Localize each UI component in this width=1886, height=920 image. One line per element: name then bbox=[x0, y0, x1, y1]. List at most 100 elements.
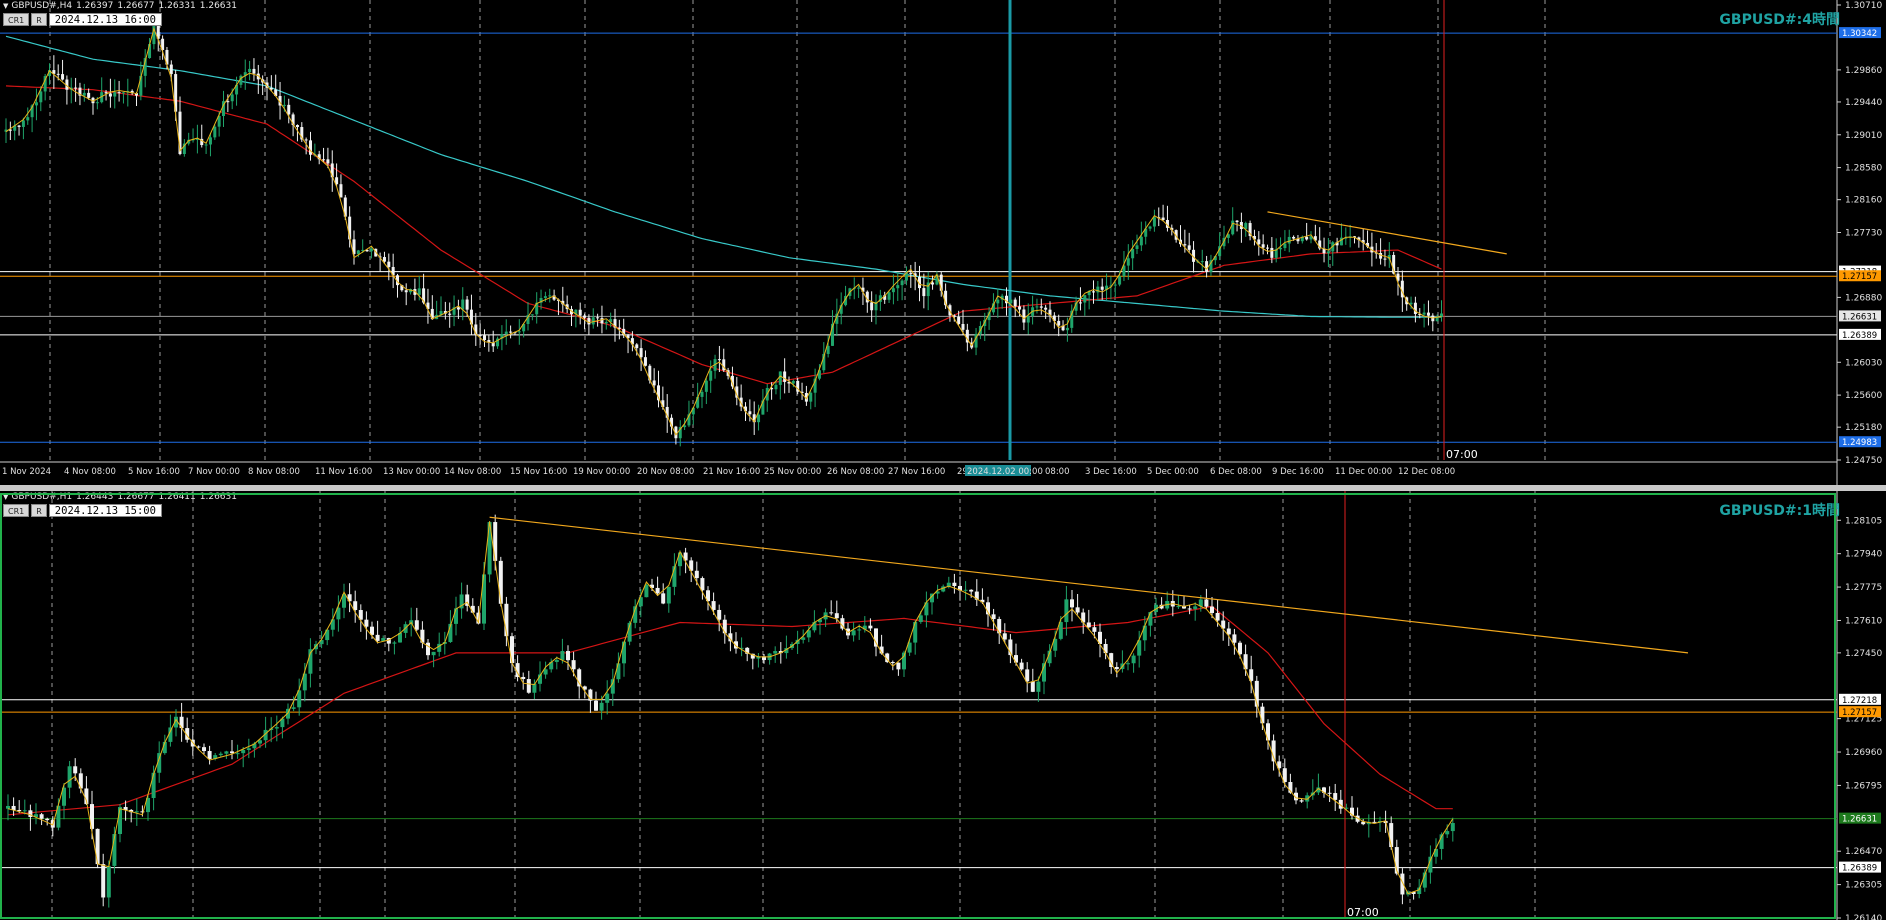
h4-chart-canvas[interactable]: 1.30710 1.29860 1.29440 1.29010 1.28580 1.281… bbox=[0, 0, 1886, 485]
candle-body bbox=[1064, 599, 1069, 623]
level-price-label: 1.26389 bbox=[1842, 331, 1877, 341]
candle-body bbox=[202, 747, 206, 752]
candle-body bbox=[1075, 607, 1080, 613]
time-axis-label: 11 Nov 16:00 bbox=[315, 467, 372, 477]
candle-body bbox=[87, 92, 91, 98]
candle-body bbox=[1279, 248, 1283, 250]
candle-body bbox=[1070, 599, 1074, 608]
candle-body bbox=[870, 302, 874, 311]
candle-body bbox=[1187, 245, 1191, 250]
candle-body bbox=[454, 608, 458, 624]
candle-body bbox=[375, 634, 380, 641]
candle-body bbox=[857, 287, 861, 289]
candle-body bbox=[1210, 606, 1214, 613]
price-tick-label: 1.26470 bbox=[1845, 847, 1882, 857]
candle-body bbox=[1126, 663, 1130, 665]
zigzag-line bbox=[7, 521, 1454, 895]
h4-chart-pane[interactable]: 1.30710 1.29860 1.29440 1.29010 1.28580 1.281… bbox=[0, 0, 1886, 485]
candle-body bbox=[392, 642, 397, 644]
candle-body bbox=[1445, 831, 1450, 835]
candle-body bbox=[113, 92, 117, 97]
candle-body bbox=[1009, 299, 1013, 304]
candle-body bbox=[1092, 627, 1097, 632]
candle-body bbox=[1200, 261, 1204, 263]
candle-body bbox=[369, 248, 373, 252]
collapse-triangle-icon[interactable]: ▼ bbox=[3, 2, 8, 10]
h1-r-button[interactable]: R bbox=[31, 504, 47, 517]
h1-cr1-button[interactable]: CR1 bbox=[3, 504, 30, 517]
candle-body bbox=[67, 766, 72, 788]
time-axis-label: 20 Nov 08:00 bbox=[637, 467, 694, 477]
candle-body bbox=[1131, 655, 1136, 664]
candle-body bbox=[896, 285, 900, 289]
candle-body bbox=[28, 810, 33, 817]
candle-body bbox=[969, 589, 974, 592]
candle-body bbox=[73, 766, 78, 774]
time-axis-label: 6 Dec 08:00 bbox=[1210, 467, 1262, 477]
price-tick-label: 1.26795 bbox=[1845, 781, 1882, 791]
h1-chart-pane[interactable]: 1.28105 1.27940 1.27775 1.27610 1.27450 1.271… bbox=[0, 491, 1886, 920]
candle-body bbox=[1035, 306, 1039, 308]
candle-body bbox=[509, 331, 513, 333]
candle-body bbox=[1270, 247, 1274, 258]
candle-body bbox=[1326, 251, 1330, 254]
candle-body bbox=[1057, 320, 1061, 326]
candle-body bbox=[82, 92, 86, 96]
candle-body bbox=[417, 288, 421, 295]
candle-body bbox=[1422, 312, 1426, 315]
h1-open: 1.26443 bbox=[76, 492, 114, 502]
candle-body bbox=[1126, 258, 1130, 266]
h4-open: 1.26397 bbox=[76, 1, 114, 11]
candle-body bbox=[218, 753, 223, 756]
candle-body bbox=[1333, 793, 1338, 800]
candle-body bbox=[1193, 606, 1198, 609]
candle-body bbox=[594, 700, 598, 711]
candle-body bbox=[809, 392, 813, 402]
time-axis-label: 2024.12.02 00:00 bbox=[967, 467, 1043, 477]
h4-datetime-box[interactable]: 2024.12.13 16:00 bbox=[48, 13, 162, 26]
candle-body bbox=[26, 117, 30, 121]
candle-body bbox=[1148, 226, 1152, 229]
candle-body bbox=[241, 749, 246, 754]
candle-body bbox=[1257, 239, 1261, 245]
time-axis-label: 26 Nov 08:00 bbox=[827, 467, 884, 477]
candle-body bbox=[571, 660, 576, 670]
candle-body bbox=[622, 641, 626, 664]
trendline bbox=[1267, 211, 1507, 255]
h4-timeframe-label: GBPUSD#:4時間 bbox=[1719, 12, 1840, 28]
candle-body bbox=[207, 751, 212, 760]
candle-body bbox=[504, 331, 508, 335]
time-axis-label: 15 Nov 16:00 bbox=[510, 467, 567, 477]
candle-body bbox=[322, 159, 326, 161]
price-tick-label: 1.29860 bbox=[1845, 66, 1882, 76]
candle-body bbox=[1100, 286, 1104, 290]
h4-r-button[interactable]: R bbox=[31, 13, 47, 26]
candle-body bbox=[1266, 247, 1269, 249]
h1-low: 1.26411 bbox=[158, 492, 196, 502]
candle-body bbox=[711, 601, 716, 610]
collapse-triangle-icon[interactable]: ▼ bbox=[3, 493, 8, 501]
time-axis-label: 11 Dec 00:00 bbox=[1335, 467, 1392, 477]
price-tick-label: 1.26140 bbox=[1845, 914, 1882, 920]
candle-body bbox=[532, 683, 537, 693]
candle-body bbox=[448, 313, 452, 315]
candle-body bbox=[426, 642, 430, 656]
h1-datetime-box[interactable]: 2024.12.13 15:00 bbox=[48, 504, 162, 517]
candle-body bbox=[605, 693, 610, 703]
candle-body bbox=[1135, 245, 1139, 250]
candle-body bbox=[661, 593, 666, 604]
h4-cr1-button[interactable]: CR1 bbox=[3, 13, 30, 26]
candle-body bbox=[252, 68, 256, 74]
candle-body bbox=[1299, 800, 1304, 802]
candle-body bbox=[431, 651, 436, 656]
candle-body bbox=[913, 622, 918, 643]
candle-body bbox=[381, 638, 386, 641]
candle-body bbox=[868, 625, 873, 629]
candle-body bbox=[543, 296, 547, 298]
h1-chart-canvas[interactable]: 1.28105 1.27940 1.27775 1.27610 1.27450 1.271… bbox=[0, 491, 1886, 920]
candle-body bbox=[39, 91, 43, 103]
candle-body bbox=[1152, 217, 1156, 227]
candle-body bbox=[1022, 309, 1026, 323]
candle-body bbox=[774, 384, 778, 390]
candle-body bbox=[666, 586, 671, 604]
